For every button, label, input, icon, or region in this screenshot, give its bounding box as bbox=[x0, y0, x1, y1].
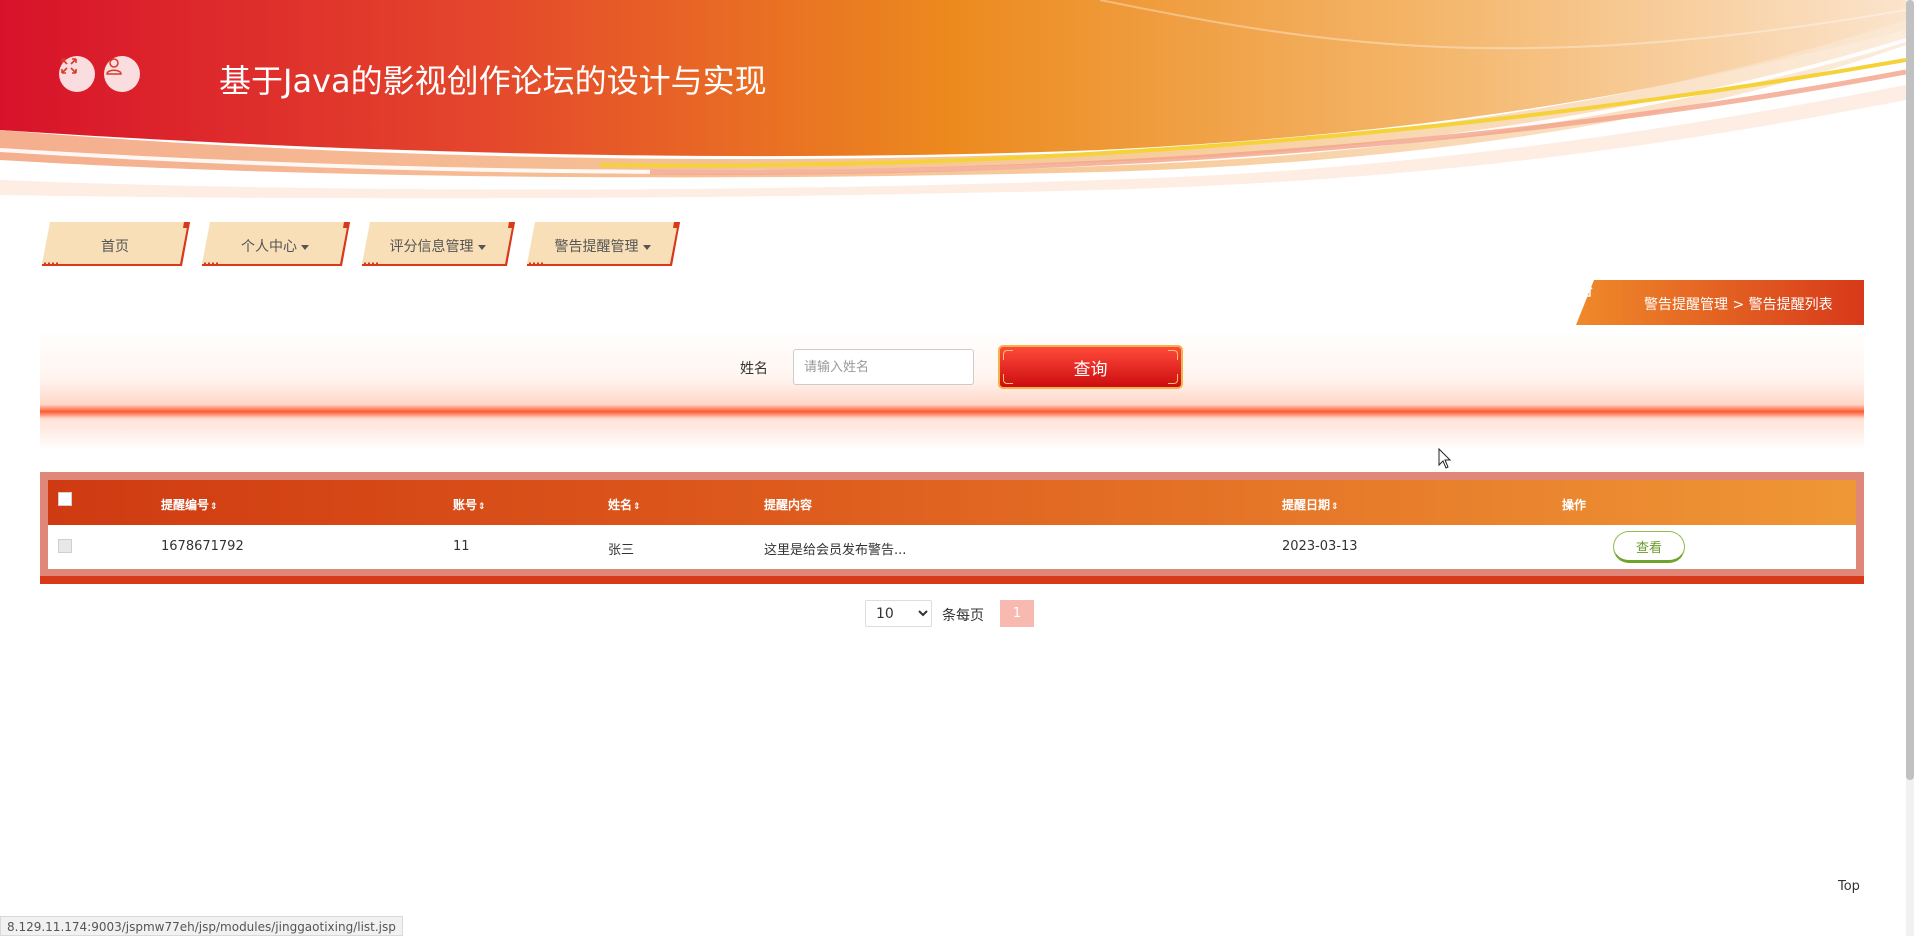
per-page-label: 条每页 bbox=[942, 608, 984, 624]
user-button[interactable] bbox=[104, 56, 140, 92]
nav-label-personal-center: 个人中心 bbox=[200, 236, 350, 256]
search-button-label: 查询 bbox=[1073, 359, 1108, 380]
expand-icon bbox=[61, 58, 77, 74]
breadcrumb-text: 警告提醒管理 > 警告提醒列表 bbox=[1644, 294, 1833, 314]
breadcrumb-parent[interactable]: 警告提醒管理 bbox=[1644, 297, 1728, 313]
nav-item-personal-center[interactable]: 个人中心 bbox=[200, 220, 350, 270]
back-to-top-link[interactable]: Top bbox=[1838, 879, 1860, 894]
nav-label-home: 首页 bbox=[101, 239, 129, 255]
site-title: 基于Java的影视创作论坛的设计与实现 bbox=[219, 62, 767, 100]
scrollbar-thumb[interactable] bbox=[1906, 0, 1914, 780]
column-header-date[interactable]: 提醒日期⇕ bbox=[1282, 496, 1339, 513]
page-size-select[interactable]: 10 bbox=[865, 600, 932, 627]
table-inner: 提醒编号⇕ 账号⇕ 姓名⇕ 提醒内容 提醒日期⇕ 操作 1678671792 1… bbox=[48, 480, 1856, 576]
status-bar-url: 8.129.11.174:9003/jspmw77eh/jsp/modules/… bbox=[0, 916, 403, 936]
page-root: 基于Java的影视创作论坛的设计与实现 首页 个人中心 评分信息管理 警告提醒管… bbox=[0, 0, 1914, 936]
cell-id: 1678671792 bbox=[161, 539, 244, 554]
cell-name: 张三 bbox=[608, 543, 635, 558]
cell-date: 2023-03-13 bbox=[1282, 539, 1358, 554]
nav-item-home[interactable]: 首页 bbox=[40, 220, 190, 270]
table-row: 1678671792 11 张三 这里是给会员发布警告... 2023-03-1… bbox=[48, 525, 1856, 569]
data-table: 提醒编号⇕ 账号⇕ 姓名⇕ 提醒内容 提醒日期⇕ 操作 1678671792 1… bbox=[40, 472, 1864, 584]
sort-icon: ⇕ bbox=[210, 502, 218, 512]
column-header-id[interactable]: 提醒编号⇕ bbox=[161, 496, 218, 513]
sort-icon: ⇕ bbox=[633, 502, 641, 512]
cell-account: 11 bbox=[453, 539, 470, 554]
button-ornament bbox=[1168, 374, 1178, 384]
header-banner: 基于Java的影视创作论坛的设计与实现 bbox=[0, 0, 1906, 200]
column-header-content: 提醒内容 bbox=[764, 498, 813, 512]
column-header-name[interactable]: 姓名⇕ bbox=[608, 496, 641, 513]
nav-label-warning-management: 警告提醒管理 bbox=[525, 236, 680, 256]
nav-item-rating-management[interactable]: 评分信息管理 bbox=[360, 220, 515, 270]
row-checkbox[interactable] bbox=[58, 539, 72, 553]
view-button[interactable]: 查看 bbox=[1613, 531, 1685, 563]
column-header-account[interactable]: 账号⇕ bbox=[453, 496, 486, 513]
user-icon bbox=[106, 58, 122, 75]
select-all-checkbox[interactable] bbox=[58, 492, 72, 506]
breadcrumb: 警告提醒管理 > 警告提醒列表 bbox=[1576, 280, 1864, 325]
chevron-down-icon bbox=[642, 244, 651, 250]
button-ornament bbox=[1168, 350, 1178, 360]
sort-icon: ⇕ bbox=[1331, 502, 1339, 512]
breadcrumb-current: 警告提醒列表 bbox=[1748, 297, 1833, 313]
search-label: 姓名 bbox=[740, 361, 768, 377]
table-footer-bar bbox=[40, 576, 1864, 584]
mouse-cursor-icon bbox=[1438, 448, 1452, 469]
name-search-input[interactable] bbox=[793, 349, 974, 385]
cell-content: 这里是给会员发布警告... bbox=[764, 543, 907, 558]
nav-item-warning-management[interactable]: 警告提醒管理 bbox=[525, 220, 680, 270]
home-icon bbox=[1577, 280, 1593, 297]
breadcrumb-separator: > bbox=[1732, 297, 1745, 313]
column-header-action: 操作 bbox=[1562, 498, 1587, 512]
chevron-down-icon bbox=[477, 244, 486, 250]
search-button[interactable]: 查询 bbox=[998, 345, 1183, 389]
page-number-button[interactable]: 1 bbox=[1000, 600, 1034, 627]
sort-icon: ⇕ bbox=[478, 502, 486, 512]
nav-label-rating-management: 评分信息管理 bbox=[360, 236, 515, 256]
button-ornament bbox=[1003, 350, 1013, 360]
table-header: 提醒编号⇕ 账号⇕ 姓名⇕ 提醒内容 提醒日期⇕ 操作 bbox=[48, 480, 1856, 525]
fullscreen-button[interactable] bbox=[59, 56, 95, 92]
chevron-down-icon bbox=[301, 244, 309, 250]
button-ornament bbox=[1003, 374, 1013, 384]
search-panel bbox=[40, 330, 1864, 450]
